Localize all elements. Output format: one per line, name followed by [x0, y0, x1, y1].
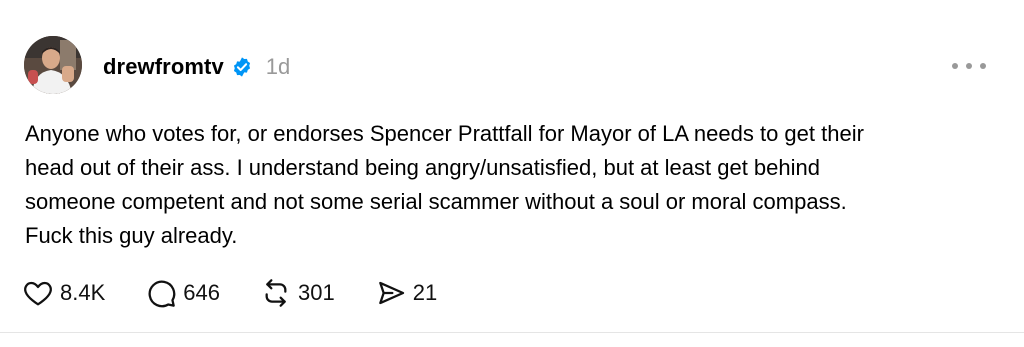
post-timestamp: 1d	[265, 54, 291, 79]
repost-arrows-icon	[265, 279, 287, 307]
username-link[interactable]: drewfromtv	[103, 54, 224, 80]
like-button[interactable]: 8.4K	[22, 277, 105, 309]
avatar[interactable]	[24, 36, 82, 94]
share-button[interactable]: 21	[375, 277, 437, 309]
more-dot	[966, 63, 972, 69]
post-actions: 8.4K 646 301 21	[22, 275, 437, 311]
more-dot	[952, 63, 958, 69]
repost-count: 301	[297, 280, 335, 305]
share-count: 21	[412, 280, 438, 305]
post-card: drewfromtv 1d Anyone who votes for, or e…	[0, 0, 1024, 347]
verified-badge-icon	[231, 56, 253, 78]
like-count: 8.4K	[60, 280, 106, 305]
reply-count: 646	[183, 280, 220, 305]
comment-bubble-icon	[148, 280, 176, 308]
post-header: drewfromtv 1d	[103, 52, 290, 82]
reply-button[interactable]: 646	[145, 277, 220, 309]
repost-button[interactable]: 301	[260, 277, 335, 309]
more-dot	[980, 63, 986, 69]
more-options-icon[interactable]	[952, 56, 986, 76]
post-body-text: Anyone who votes for, or endorses Spence…	[25, 121, 864, 248]
send-arrow-icon	[378, 281, 404, 305]
divider	[0, 332, 1024, 333]
heart-icon	[24, 281, 52, 306]
